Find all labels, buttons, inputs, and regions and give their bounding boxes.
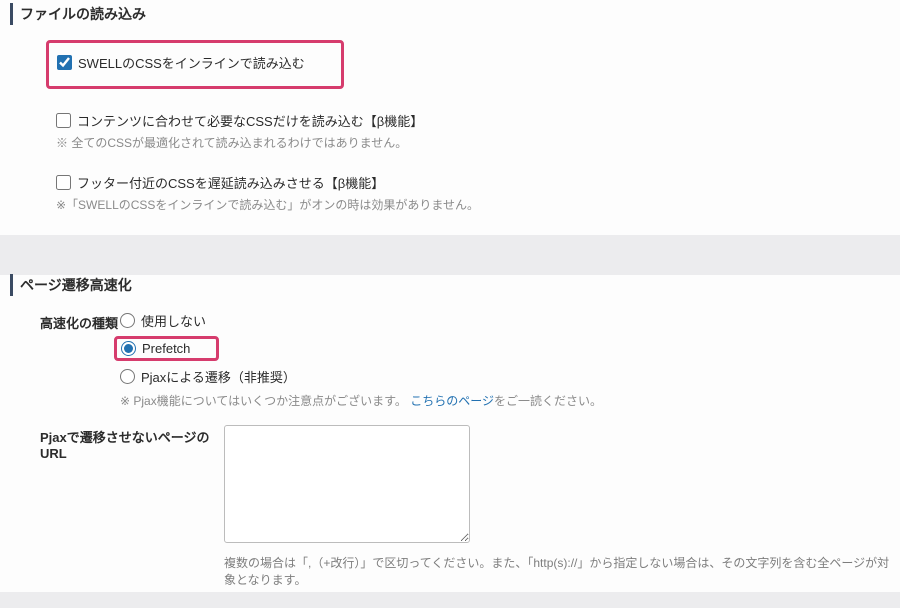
inline-css-checkbox-row[interactable]: SWELLのCSSをインラインで読み込む — [57, 53, 305, 72]
pjax-exclude-row: Pjaxで遷移させないページのURL — [0, 425, 900, 546]
speed-type-label: 高速化の種類 — [40, 311, 120, 332]
speed-radio-prefetch-label: Prefetch — [142, 341, 190, 356]
file-load-section: ファイルの読み込み SWELLのCSSをインラインで読み込む コンテンツに合わせ… — [0, 0, 900, 235]
footer-css-checkbox-row[interactable]: フッター付近のCSSを遅延読み込みさせる【β機能】 — [56, 173, 860, 192]
page-speed-title: ページ遷移高速化 — [0, 275, 900, 295]
footer-css-note: ※「SWELLのCSSをインラインで読み込む」がオンの時は効果がありません。 — [56, 196, 860, 213]
footer-css-group: フッター付近のCSSを遅延読み込みさせる【β機能】 ※「SWELLのCSSをイン… — [0, 173, 900, 213]
speed-option-pjax[interactable]: Pjaxによる遷移（非推奨） — [120, 367, 860, 386]
pjax-exclude-textarea[interactable] — [224, 425, 470, 543]
pjax-exclude-note: 複数の場合は「,（+改行）」で区切ってください。また、「http(s)://」か… — [224, 554, 900, 588]
section-gap — [0, 255, 900, 275]
pjax-note-prefix: ※ Pjax機能についてはいくつか注意点がございます。 — [120, 394, 407, 408]
content-css-group: コンテンツに合わせて必要なCSSだけを読み込む【β機能】 ※ 全てのCSSが最適… — [0, 111, 900, 151]
file-load-title: ファイルの読み込み — [0, 4, 900, 24]
content-css-checkbox-row[interactable]: コンテンツに合わせて必要なCSSだけを読み込む【β機能】 — [56, 111, 860, 130]
pjax-note-link[interactable]: こちらのページ — [410, 394, 494, 408]
highlight-inline-css: SWELLのCSSをインラインで読み込む — [46, 40, 344, 89]
pjax-exclude-label: Pjaxで遷移させないページのURL — [40, 425, 210, 461]
content-css-label: コンテンツに合わせて必要なCSSだけを読み込む【β機能】 — [77, 111, 423, 130]
inline-css-label: SWELLのCSSをインラインで読み込む — [78, 53, 305, 72]
speed-radio-pjax-label: Pjaxによる遷移（非推奨） — [141, 367, 296, 386]
footer-css-checkbox[interactable] — [56, 175, 71, 190]
page-speed-section: ページ遷移高速化 高速化の種類 使用しない Prefetch — [0, 275, 900, 592]
pjax-note: ※ Pjax機能についてはいくつか注意点がございます。 こちらのページをご一読く… — [120, 392, 860, 409]
inline-css-group: SWELLのCSSをインラインで読み込む — [0, 40, 900, 89]
footer-css-label: フッター付近のCSSを遅延読み込みさせる【β機能】 — [77, 173, 384, 192]
speed-radio-pjax[interactable] — [120, 369, 135, 384]
speed-option-prefetch[interactable]: Prefetch — [121, 341, 190, 356]
content-css-checkbox[interactable] — [56, 113, 71, 128]
speed-option-none[interactable]: 使用しない — [120, 311, 860, 330]
speed-radio-prefetch[interactable] — [121, 341, 136, 356]
content-css-note: ※ 全てのCSSが最適化されて読み込まれるわけではありません。 — [56, 134, 860, 151]
speed-type-options: 使用しない Prefetch Pjaxによる遷移（非推奨） ※ Pjax機能につ… — [120, 311, 860, 409]
speed-radio-none[interactable] — [120, 313, 135, 328]
speed-radio-none-label: 使用しない — [141, 311, 206, 330]
speed-type-row: 高速化の種類 使用しない Prefetch Pjaxによる遷移 — [0, 311, 900, 409]
pjax-note-suffix: をご一読ください。 — [494, 394, 602, 408]
inline-css-checkbox[interactable] — [57, 55, 72, 70]
highlight-prefetch: Prefetch — [114, 336, 219, 361]
